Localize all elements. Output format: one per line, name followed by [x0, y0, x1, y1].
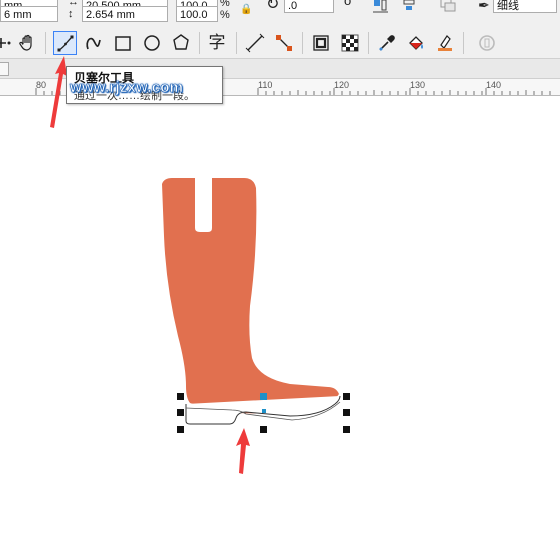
polygon-tool-icon[interactable]: [169, 31, 193, 55]
ruler-label: 130: [410, 80, 426, 90]
rotate-icon: ↻: [266, 0, 280, 13]
property-bar: mm 6 mm ↔ 20.500 mm ↕ 2.654 mm 100.0 % 1…: [0, 0, 560, 28]
height-icon: ↕: [68, 8, 74, 20]
rotation-field[interactable]: .0: [284, 0, 334, 13]
watermark-text: www.rjzxw.com: [70, 79, 184, 97]
eyedropper-icon[interactable]: [375, 31, 399, 55]
shape-tool-icon[interactable]: [0, 31, 16, 55]
align-icon[interactable]: [372, 0, 390, 14]
interactive-fill-icon[interactable]: [404, 31, 428, 55]
drawing-canvas[interactable]: [0, 96, 560, 534]
toolbox: 字: [0, 27, 560, 59]
position-y-field[interactable]: 6 mm: [0, 6, 58, 22]
toolbox-separator: [368, 32, 369, 54]
scale-y-field[interactable]: 100.0: [176, 6, 218, 22]
bezier-tool-icon[interactable]: [53, 31, 77, 55]
ruler-label: 120: [334, 80, 350, 90]
ruler-label: 140: [486, 80, 502, 90]
parallel-dimension-icon[interactable]: [243, 31, 267, 55]
drop-shadow-icon[interactable]: [309, 31, 333, 55]
ellipse-tool-icon[interactable]: [140, 31, 164, 55]
pointer-arrow-canvas: [236, 428, 250, 474]
toolbox-separator: [463, 32, 464, 54]
pen-outline-icon: ✒: [478, 0, 490, 13]
ruler-label: 110: [258, 80, 273, 90]
order-icon[interactable]: [438, 0, 458, 14]
outline-icon[interactable]: [475, 31, 499, 55]
rectangle-tool-icon[interactable]: [111, 31, 135, 55]
document-tab[interactable]: [0, 62, 9, 76]
canvas-drawing: [162, 178, 350, 474]
transparency-icon[interactable]: [338, 31, 362, 55]
scale-y-unit: %: [220, 9, 230, 21]
smart-fill-icon[interactable]: [433, 31, 457, 55]
outline-width-select[interactable]: 细线: [493, 0, 557, 13]
center-node[interactable]: [262, 409, 266, 413]
toolbox-separator: [236, 32, 237, 54]
text-tool-icon[interactable]: 字: [205, 31, 229, 55]
toolbox-separator: [302, 32, 303, 54]
height-field[interactable]: 2.654 mm: [82, 6, 168, 22]
rotation-degree-icon: o: [344, 0, 352, 8]
selected-node[interactable]: [260, 393, 267, 400]
toolbox-separator: [45, 32, 46, 54]
lock-ratio-icon[interactable]: 🔒: [240, 3, 252, 17]
artistic-media-icon[interactable]: [81, 31, 105, 55]
connector-tool-icon[interactable]: [272, 31, 296, 55]
boot-shape[interactable]: [162, 178, 339, 414]
distribute-icon[interactable]: [400, 0, 418, 14]
toolbox-separator: [199, 32, 200, 54]
pan-tool-icon[interactable]: [16, 31, 40, 55]
